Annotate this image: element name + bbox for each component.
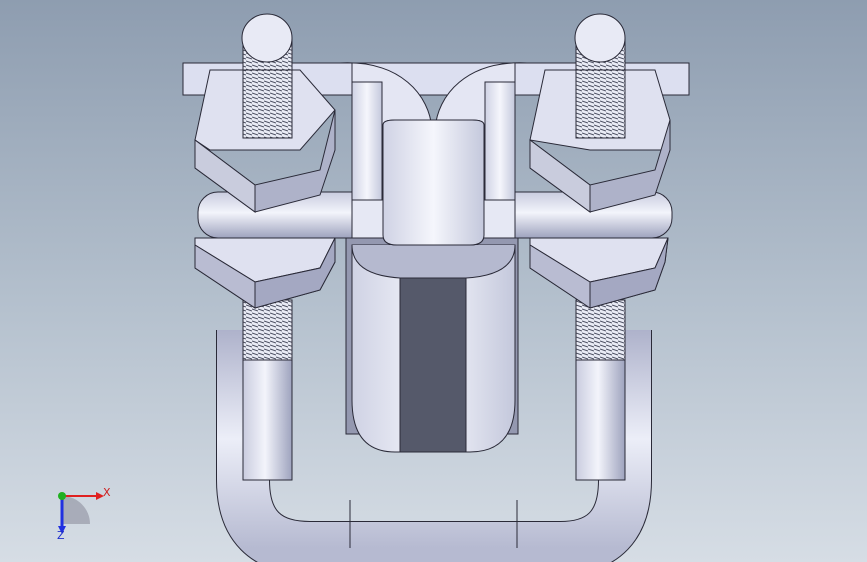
clamp-jaw[interactable]: [345, 237, 519, 453]
graphics-viewport[interactable]: X Z: [0, 0, 867, 562]
saddle-block[interactable]: [351, 81, 516, 246]
upper-left-hex-nut[interactable]: [194, 69, 336, 213]
lower-right-hex-nut[interactable]: [529, 237, 669, 309]
z-axis-label: Z: [57, 529, 65, 542]
lower-left-hex-nut[interactable]: [194, 237, 336, 309]
upper-right-hex-nut[interactable]: [529, 69, 671, 213]
y-axis-dot: [58, 492, 66, 500]
x-axis-label: X: [103, 486, 111, 499]
u-bolt-clamp-assembly-model[interactable]: [0, 0, 867, 562]
